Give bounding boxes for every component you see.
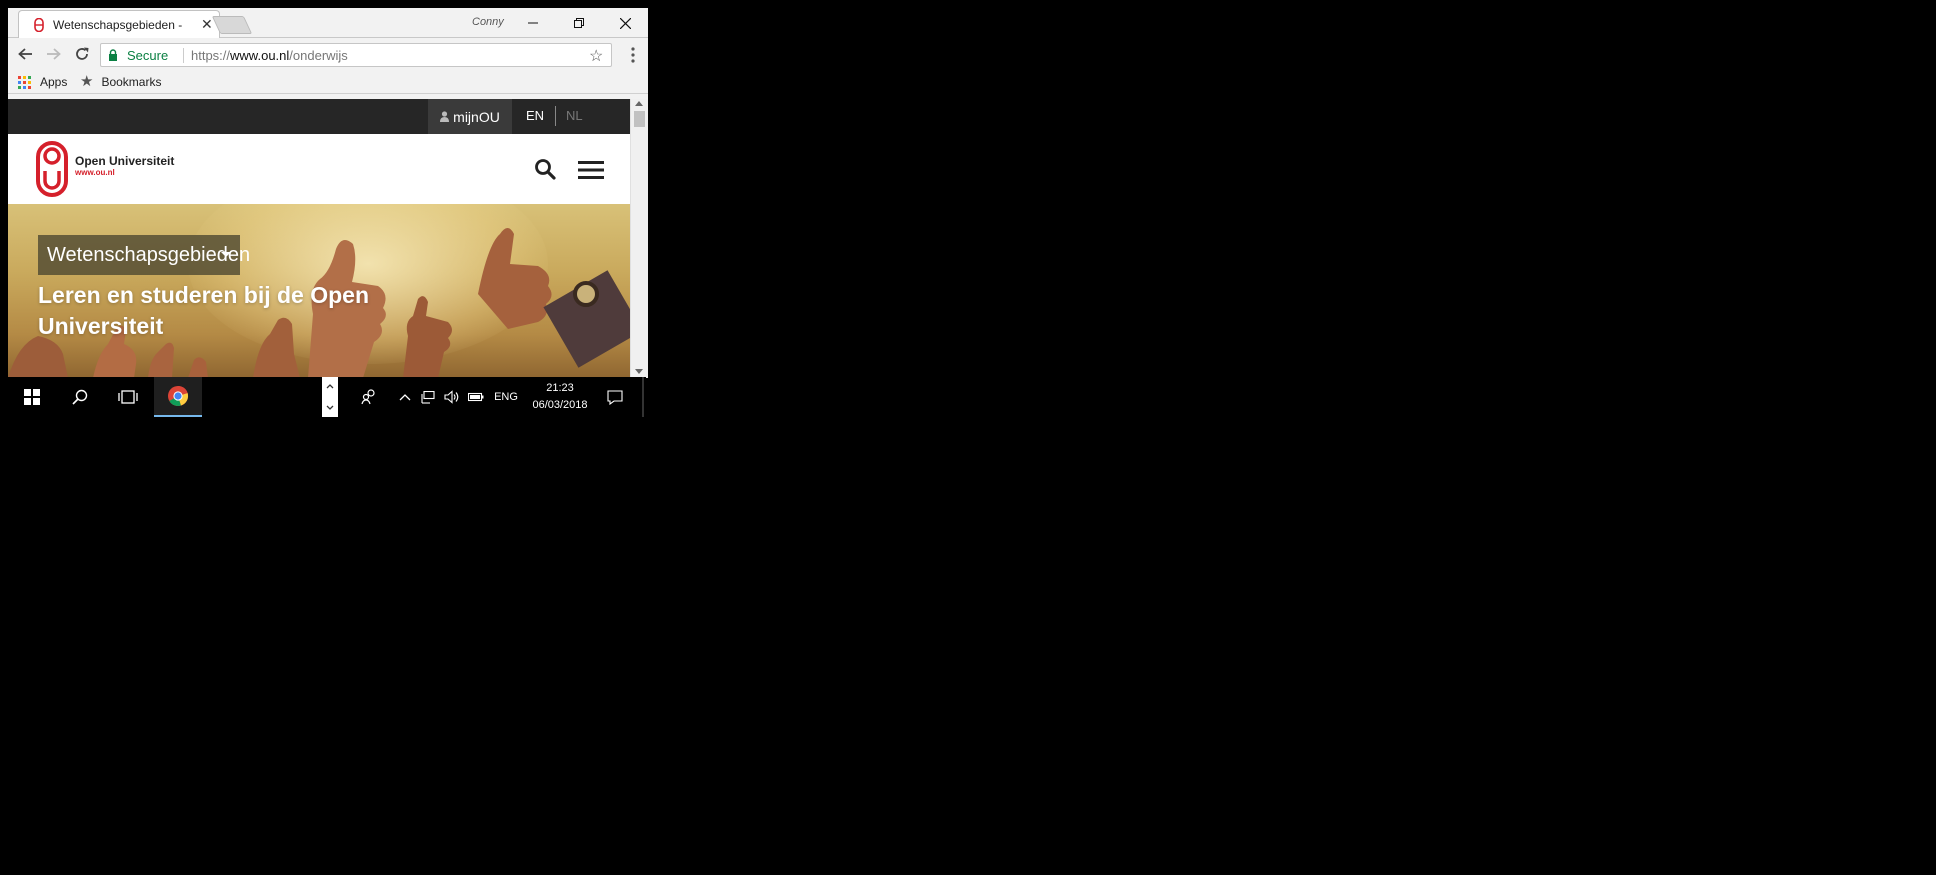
browser-tab-active[interactable]: Wetenschapsgebieden - ✕ [18,10,220,38]
volume-tray-button[interactable] [442,377,462,417]
hero-heading: Leren en studeren bij de Open Universite… [38,282,370,339]
people-button[interactable] [352,377,386,417]
mijnou-button[interactable]: mijnOU [428,99,512,134]
star-icon: ★ [80,73,94,90]
caret-down-icon [221,252,231,257]
arrow-right-icon [47,48,61,60]
close-window-button[interactable] [602,8,648,38]
url-text: https://www.ou.nl/onderwijs [191,48,348,63]
clock-date: 06/03/2018 [532,399,588,411]
address-separator [183,48,184,63]
restore-icon [574,18,584,28]
profile-name[interactable]: Conny [472,16,504,28]
language-nl-link[interactable]: NL [566,108,583,123]
url-path: /onderwijs [289,48,348,63]
discipline-dropdown-label: Wetenschapsgebieden [47,243,251,266]
language-en-link[interactable]: EN [526,108,544,123]
bookmark-folder[interactable]: ★ Bookmarks [80,73,162,90]
ou-logo-icon[interactable] [36,141,68,197]
browser-menu-icon[interactable] [626,46,640,64]
scroll-down-arrow-icon[interactable] [635,369,643,374]
logo-url: www.ou.nl [75,168,115,177]
people-icon [361,389,375,405]
tab-close-icon[interactable]: ✕ [201,16,213,32]
close-icon [619,17,631,29]
show-hidden-icons-button[interactable] [394,377,416,417]
network-icon [421,390,435,404]
user-icon [440,111,450,122]
url-scheme: https:// [191,48,231,63]
minimize-icon [528,22,538,24]
bookmark-folder-label: Bookmarks [101,75,162,89]
battery-icon [468,392,484,402]
chrome-taskbar-button[interactable] [154,377,202,417]
chevron-up-icon [399,394,411,401]
reload-icon [76,47,89,60]
site-header: Open Universiteit www.ou.nl [8,134,630,204]
chevron-up-down-icon [326,384,334,410]
chrome-icon [168,385,189,406]
windows-logo-icon [24,389,40,405]
page-scrollbar[interactable] [630,99,648,378]
input-language-indicator[interactable]: ENG [490,377,522,417]
secure-label: Secure [127,48,169,63]
bookmarks-bar: Apps ★ Bookmarks [8,70,648,94]
restore-button[interactable] [556,8,602,38]
clock-time: 21:23 [546,382,574,394]
taskbar-search-button[interactable] [58,377,102,417]
start-button[interactable] [10,377,54,417]
site-topbar: mijnOU EN NL [8,99,630,134]
forward-button[interactable] [42,43,66,65]
browser-window: Wetenschapsgebieden - ✕ Conny Secure htt… [8,8,648,378]
network-tray-button[interactable] [418,377,438,417]
arrow-left-icon [18,48,32,60]
search-icon [72,389,88,405]
windows-taskbar: ENG 21:23 06/03/2018 [0,377,646,417]
language-divider [555,106,556,126]
reload-button[interactable] [70,43,94,65]
action-center-button[interactable] [604,377,626,417]
address-bar[interactable]: Secure https://www.ou.nl/onderwijs ☆ [100,43,612,67]
discipline-dropdown[interactable]: Wetenschapsgebieden [38,235,250,275]
battery-tray-button[interactable] [466,377,486,417]
tab-strip: Wetenschapsgebieden - ✕ Conny [8,8,648,38]
hero-banner: Wetenschapsgebieden Leren en studeren bi… [8,204,630,378]
back-button[interactable] [13,43,37,65]
apps-grid-icon [18,75,31,89]
lock-icon [109,49,117,61]
bookmark-star-icon[interactable]: ☆ [589,46,603,66]
notification-icon [607,389,623,405]
show-desktop-button[interactable] [642,377,644,417]
task-view-icon [118,390,138,404]
page-viewport: mijnOU EN NL Open Universiteit www.ou.nl [8,99,648,378]
scroll-up-arrow-icon[interactable] [635,101,643,106]
search-icon[interactable] [534,158,556,180]
hamburger-menu-icon[interactable] [578,160,604,180]
task-view-button[interactable] [106,377,150,417]
bookmark-apps[interactable]: Apps [18,75,67,89]
tab-title: Wetenschapsgebieden - [53,18,183,32]
ou-favicon-icon [34,18,44,32]
scroll-thumb[interactable] [634,111,645,127]
volume-icon [444,390,459,404]
bookmark-apps-label: Apps [40,75,68,89]
taskbar-clock[interactable]: 21:23 06/03/2018 [526,380,594,414]
logo-name[interactable]: Open Universiteit [75,154,174,168]
minimize-button[interactable] [510,8,556,38]
desktop-screen: Wetenschapsgebieden - ✕ Conny Secure htt… [0,0,1936,875]
taskbar-scroll-control[interactable] [322,377,338,417]
browser-toolbar: Secure https://www.ou.nl/onderwijs ☆ [8,38,648,70]
url-host: www.ou.nl [230,48,290,63]
mijnou-label: mijnOU [453,108,500,125]
